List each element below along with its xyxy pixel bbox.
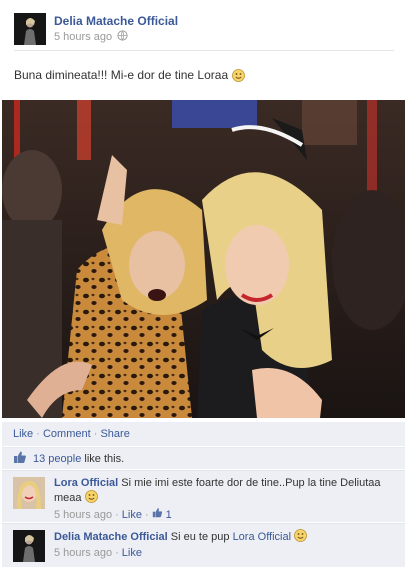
separator: ·	[115, 547, 119, 559]
like-link[interactable]: Like	[13, 428, 33, 440]
post-message-text: Buna dimineata!!! Mi-e dor de tine Loraa	[14, 68, 229, 82]
commenter-avatar[interactable]	[13, 477, 45, 509]
comment-meta: 5 hours ago · Like · 1	[54, 507, 394, 522]
comment-author[interactable]: Lora Official	[54, 477, 118, 489]
comment-time[interactable]: 5 hours ago	[54, 508, 112, 522]
separator: ·	[36, 428, 40, 440]
comment-author[interactable]: Delia Matache Official	[54, 531, 168, 543]
smiley-icon	[232, 68, 246, 82]
commenter-avatar[interactable]	[13, 530, 45, 562]
author-name[interactable]: Delia Matache Official	[54, 14, 178, 28]
comment: Lora Official Si mie imi este foarte dor…	[2, 470, 405, 522]
post-message: Buna dimineata!!! Mi-e dor de tine Loraa	[14, 68, 246, 82]
likes-summary: 13 people like this.	[2, 447, 405, 469]
separator: ·	[115, 508, 119, 521]
smiley-icon	[84, 490, 98, 503]
comment-meta: 5 hours ago · Like	[54, 546, 394, 560]
separator: ·	[93, 428, 98, 440]
facebook-post: Delia Matache Official 5 hours ago Buna …	[0, 0, 408, 569]
share-link[interactable]: Share	[100, 428, 129, 440]
comment-like-link[interactable]: Like	[122, 546, 142, 560]
globe-icon	[117, 30, 128, 44]
comment-body: Lora Official Si mie imi este foarte dor…	[54, 476, 394, 522]
post-meta: 5 hours ago	[54, 30, 128, 44]
comment-like-count[interactable]: 1	[166, 508, 172, 522]
comment-mention[interactable]: Lora Official	[233, 531, 292, 543]
likes-suffix: like this.	[84, 452, 125, 465]
comment: Delia Matache Official Si eu te pup Lora…	[2, 523, 405, 567]
comment-like-link[interactable]: Like	[122, 508, 142, 522]
author-avatar[interactable]	[14, 13, 46, 45]
smiley-icon	[294, 529, 308, 542]
comment-time[interactable]: 5 hours ago	[54, 546, 112, 560]
post-photo[interactable]	[2, 100, 405, 418]
likes-count-link[interactable]: 13 people	[33, 453, 81, 465]
thumbs-up-icon	[152, 507, 163, 522]
post-time[interactable]: 5 hours ago	[54, 31, 112, 43]
comment-link[interactable]: Comment	[43, 428, 91, 440]
comment-text: Si eu te pup	[170, 531, 230, 543]
separator: ·	[144, 508, 149, 521]
post-header: Delia Matache Official 5 hours ago	[14, 13, 394, 51]
post-actions: Like · Comment · Share	[2, 422, 405, 446]
comment-body: Delia Matache Official Si eu te pup Lora…	[54, 529, 394, 560]
thumbs-up-icon	[13, 450, 27, 467]
